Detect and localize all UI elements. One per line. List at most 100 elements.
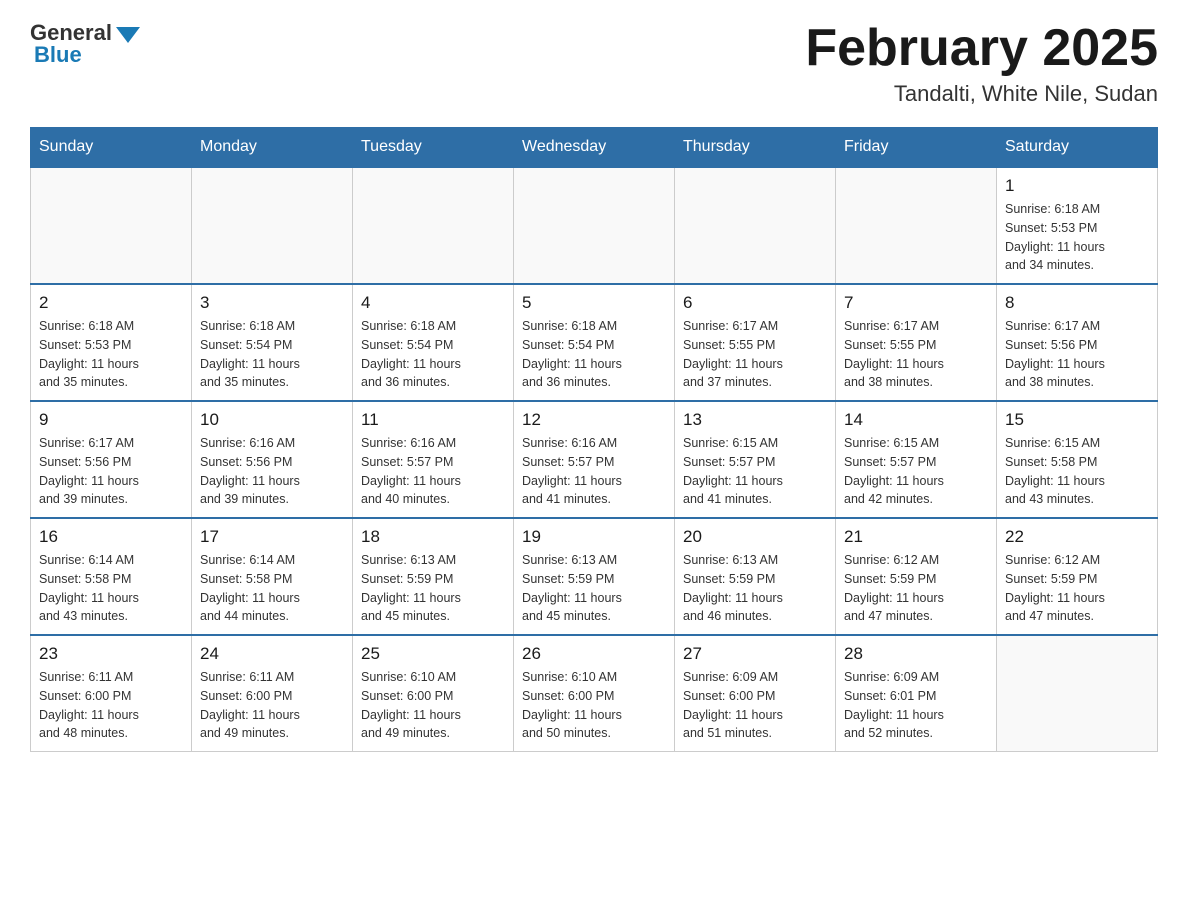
month-title: February 2025 xyxy=(805,20,1158,77)
calendar-cell: 27Sunrise: 6:09 AMSunset: 6:00 PMDayligh… xyxy=(675,635,836,752)
calendar-cell: 6Sunrise: 6:17 AMSunset: 5:55 PMDaylight… xyxy=(675,284,836,401)
day-number: 1 xyxy=(1005,176,1149,196)
calendar-cell xyxy=(675,167,836,284)
calendar-cell: 22 Sunrise: 6:12 AMSunset: 5:59 PMDayligh… xyxy=(997,518,1158,635)
calendar-cell: 17 Sunrise: 6:14 AMSunset: 5:58 PMDayligh… xyxy=(192,518,353,635)
day-info: Sunrise: 6:13 AMSunset: 5:59 PMDaylight:… xyxy=(522,551,666,626)
day-number: 4 xyxy=(361,293,505,313)
day-number: 5 xyxy=(522,293,666,313)
day-number: 23 xyxy=(39,644,183,664)
calendar-cell: 13 Sunrise: 6:15 AMSunset: 5:57 PMDayligh… xyxy=(675,401,836,518)
day-info: Sunrise: 6:15 AMSunset: 5:57 PMDaylight:… xyxy=(683,434,827,509)
day-info: Sunrise: 6:16 AMSunset: 5:57 PMDaylight:… xyxy=(522,434,666,509)
calendar-cell: 19 Sunrise: 6:13 AMSunset: 5:59 PMDayligh… xyxy=(514,518,675,635)
day-number: 9 xyxy=(39,410,183,430)
calendar-cell: 11 Sunrise: 6:16 AMSunset: 5:57 PMDayligh… xyxy=(353,401,514,518)
calendar-cell: 5 Sunrise: 6:18 AMSunset: 5:54 PMDaylight… xyxy=(514,284,675,401)
week-row-1: 1 Sunrise: 6:18 AMSunset: 5:53 PMDaylight… xyxy=(31,167,1158,284)
day-number: 18 xyxy=(361,527,505,547)
day-info: Sunrise: 6:14 AMSunset: 5:58 PMDaylight:… xyxy=(200,551,344,626)
day-info: Sunrise: 6:17 AMSunset: 5:56 PMDaylight:… xyxy=(39,434,183,509)
calendar-cell: 4 Sunrise: 6:18 AMSunset: 5:54 PMDaylight… xyxy=(353,284,514,401)
calendar-cell: 24 Sunrise: 6:11 AMSunset: 6:00 PMDayligh… xyxy=(192,635,353,752)
calendar-cell: 15 Sunrise: 6:15 AMSunset: 5:58 PMDayligh… xyxy=(997,401,1158,518)
day-info: Sunrise: 6:12 AMSunset: 5:59 PMDaylight:… xyxy=(1005,551,1149,626)
day-info: Sunrise: 6:15 AMSunset: 5:57 PMDaylight:… xyxy=(844,434,988,509)
calendar-cell xyxy=(514,167,675,284)
day-number: 11 xyxy=(361,410,505,430)
day-number: 19 xyxy=(522,527,666,547)
calendar-cell: 25 Sunrise: 6:10 AMSunset: 6:00 PMDayligh… xyxy=(353,635,514,752)
calendar-cell xyxy=(31,167,192,284)
calendar-cell: 20Sunrise: 6:13 AMSunset: 5:59 PMDayligh… xyxy=(675,518,836,635)
day-info: Sunrise: 6:18 AMSunset: 5:54 PMDaylight:… xyxy=(200,317,344,392)
location-title: Tandalti, White Nile, Sudan xyxy=(805,81,1158,107)
day-header-friday: Friday xyxy=(836,128,997,168)
calendar-cell: 3 Sunrise: 6:18 AMSunset: 5:54 PMDaylight… xyxy=(192,284,353,401)
day-number: 14 xyxy=(844,410,988,430)
logo: General Blue xyxy=(30,20,140,68)
week-row-5: 23 Sunrise: 6:11 AMSunset: 6:00 PMDayligh… xyxy=(31,635,1158,752)
day-info: Sunrise: 6:10 AMSunset: 6:00 PMDaylight:… xyxy=(522,668,666,743)
day-info: Sunrise: 6:12 AMSunset: 5:59 PMDaylight:… xyxy=(844,551,988,626)
calendar-cell: 2 Sunrise: 6:18 AMSunset: 5:53 PMDaylight… xyxy=(31,284,192,401)
day-number: 25 xyxy=(361,644,505,664)
calendar-cell: 10 Sunrise: 6:16 AMSunset: 5:56 PMDayligh… xyxy=(192,401,353,518)
title-section: February 2025 Tandalti, White Nile, Suda… xyxy=(805,20,1158,107)
day-header-thursday: Thursday xyxy=(675,128,836,168)
calendar-cell: 26 Sunrise: 6:10 AMSunset: 6:00 PMDayligh… xyxy=(514,635,675,752)
day-info: Sunrise: 6:14 AMSunset: 5:58 PMDaylight:… xyxy=(39,551,183,626)
day-info: Sunrise: 6:18 AMSunset: 5:53 PMDaylight:… xyxy=(39,317,183,392)
day-number: 13 xyxy=(683,410,827,430)
day-info: Sunrise: 6:13 AMSunset: 5:59 PMDaylight:… xyxy=(361,551,505,626)
day-info: Sunrise: 6:17 AMSunset: 5:55 PMDaylight:… xyxy=(844,317,988,392)
day-number: 2 xyxy=(39,293,183,313)
day-number: 8 xyxy=(1005,293,1149,313)
day-info: Sunrise: 6:16 AMSunset: 5:57 PMDaylight:… xyxy=(361,434,505,509)
calendar-cell: 1 Sunrise: 6:18 AMSunset: 5:53 PMDaylight… xyxy=(997,167,1158,284)
day-info: Sunrise: 6:18 AMSunset: 5:54 PMDaylight:… xyxy=(522,317,666,392)
day-number: 12 xyxy=(522,410,666,430)
day-number: 17 xyxy=(200,527,344,547)
day-number: 10 xyxy=(200,410,344,430)
day-header-sunday: Sunday xyxy=(31,128,192,168)
day-info: Sunrise: 6:18 AMSunset: 5:54 PMDaylight:… xyxy=(361,317,505,392)
calendar-table: SundayMondayTuesdayWednesdayThursdayFrid… xyxy=(30,127,1158,752)
day-info: Sunrise: 6:17 AMSunset: 5:56 PMDaylight:… xyxy=(1005,317,1149,392)
day-info: Sunrise: 6:09 AMSunset: 6:00 PMDaylight:… xyxy=(683,668,827,743)
calendar-cell xyxy=(836,167,997,284)
calendar-cell: 28 Sunrise: 6:09 AMSunset: 6:01 PMDayligh… xyxy=(836,635,997,752)
calendar-cell: 8 Sunrise: 6:17 AMSunset: 5:56 PMDaylight… xyxy=(997,284,1158,401)
calendar-cell: 18 Sunrise: 6:13 AMSunset: 5:59 PMDayligh… xyxy=(353,518,514,635)
day-info: Sunrise: 6:15 AMSunset: 5:58 PMDaylight:… xyxy=(1005,434,1149,509)
day-number: 26 xyxy=(522,644,666,664)
day-number: 3 xyxy=(200,293,344,313)
day-number: 15 xyxy=(1005,410,1149,430)
day-info: Sunrise: 6:09 AMSunset: 6:01 PMDaylight:… xyxy=(844,668,988,743)
calendar-cell: 14 Sunrise: 6:15 AMSunset: 5:57 PMDayligh… xyxy=(836,401,997,518)
calendar-cell: 16 Sunrise: 6:14 AMSunset: 5:58 PMDayligh… xyxy=(31,518,192,635)
calendar-cell: 9 Sunrise: 6:17 AMSunset: 5:56 PMDaylight… xyxy=(31,401,192,518)
calendar-cell: 23 Sunrise: 6:11 AMSunset: 6:00 PMDayligh… xyxy=(31,635,192,752)
day-number: 22 xyxy=(1005,527,1149,547)
calendar-cell: 12 Sunrise: 6:16 AMSunset: 5:57 PMDayligh… xyxy=(514,401,675,518)
logo-arrow-icon xyxy=(116,27,140,43)
day-header-monday: Monday xyxy=(192,128,353,168)
day-number: 6 xyxy=(683,293,827,313)
calendar-header-row: SundayMondayTuesdayWednesdayThursdayFrid… xyxy=(31,128,1158,168)
calendar-cell: 7Sunrise: 6:17 AMSunset: 5:55 PMDaylight… xyxy=(836,284,997,401)
logo-blue-text: Blue xyxy=(30,42,82,68)
day-header-tuesday: Tuesday xyxy=(353,128,514,168)
page-header: General Blue February 2025 Tandalti, Whi… xyxy=(30,20,1158,107)
day-info: Sunrise: 6:11 AMSunset: 6:00 PMDaylight:… xyxy=(39,668,183,743)
day-number: 28 xyxy=(844,644,988,664)
day-info: Sunrise: 6:11 AMSunset: 6:00 PMDaylight:… xyxy=(200,668,344,743)
week-row-4: 16 Sunrise: 6:14 AMSunset: 5:58 PMDayligh… xyxy=(31,518,1158,635)
day-number: 24 xyxy=(200,644,344,664)
week-row-3: 9 Sunrise: 6:17 AMSunset: 5:56 PMDaylight… xyxy=(31,401,1158,518)
day-info: Sunrise: 6:10 AMSunset: 6:00 PMDaylight:… xyxy=(361,668,505,743)
day-info: Sunrise: 6:16 AMSunset: 5:56 PMDaylight:… xyxy=(200,434,344,509)
calendar-cell xyxy=(997,635,1158,752)
day-number: 16 xyxy=(39,527,183,547)
day-info: Sunrise: 6:18 AMSunset: 5:53 PMDaylight:… xyxy=(1005,200,1149,275)
